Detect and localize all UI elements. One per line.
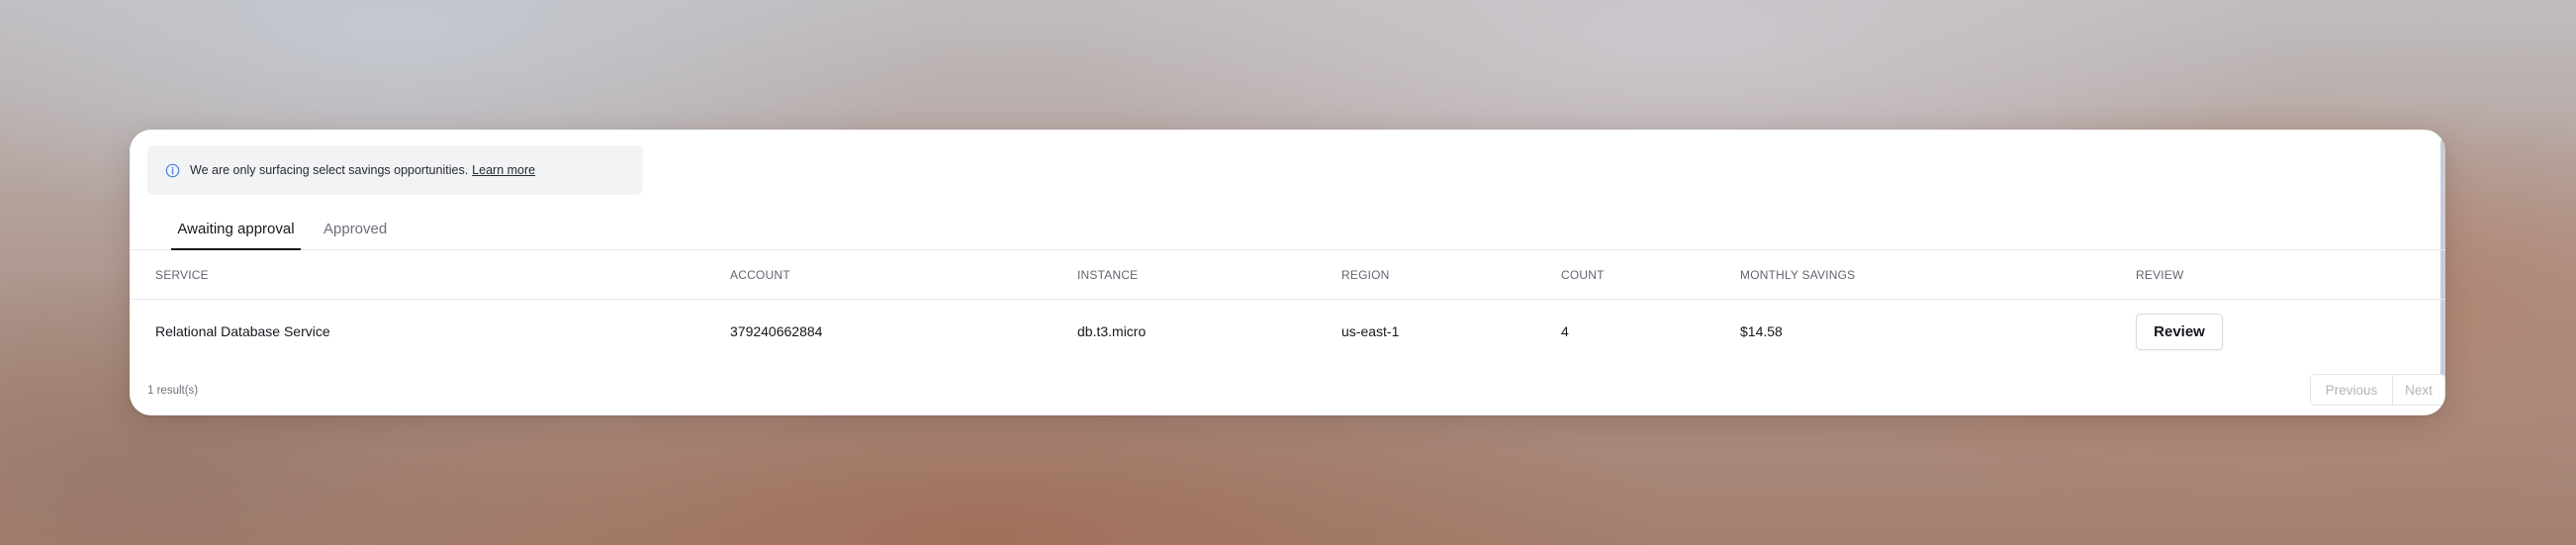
column-header-instance: INSTANCE xyxy=(1077,267,1139,282)
column-header-service: SERVICE xyxy=(155,267,209,282)
notice-text: We are only surfacing select savings opp… xyxy=(190,163,469,177)
savings-notice: We are only surfacing select savings opp… xyxy=(147,145,643,195)
column-header-review: REVIEW xyxy=(2136,267,2184,282)
pagination: Previous Next xyxy=(2310,374,2445,406)
table-header: SERVICE ACCOUNT INSTANCE REGION COUNT MO… xyxy=(130,250,2445,300)
learn-more-link[interactable]: Learn more xyxy=(472,163,535,177)
column-header-account: ACCOUNT xyxy=(730,267,790,282)
review-button[interactable]: Review xyxy=(2136,313,2223,350)
instance-cell: db.t3.micro xyxy=(1077,323,1147,339)
next-page-button[interactable]: Next xyxy=(2392,374,2445,406)
region-cell: us-east-1 xyxy=(1341,323,1400,339)
previous-page-button[interactable]: Previous xyxy=(2310,374,2392,406)
column-header-region: REGION xyxy=(1341,267,1390,282)
savings-panel: We are only surfacing select savings opp… xyxy=(130,130,2445,415)
info-icon xyxy=(165,163,180,178)
account-cell: 379240662884 xyxy=(730,323,823,339)
tab-approved[interactable]: Approved xyxy=(323,217,387,250)
review-cell: Review xyxy=(2136,300,2223,363)
monthly-savings-cell: $14.58 xyxy=(1740,323,1783,339)
column-header-monthly-savings: MONTHLY SAVINGS xyxy=(1740,267,1856,282)
approval-tabs: Awaiting approval Approved xyxy=(130,217,2445,250)
column-header-count: COUNT xyxy=(1561,267,1605,282)
tab-awaiting-approval[interactable]: Awaiting approval xyxy=(171,217,301,250)
table-row: Relational Database Service 379240662884… xyxy=(130,300,2445,363)
service-cell: Relational Database Service xyxy=(155,323,330,339)
count-cell: 4 xyxy=(1561,323,1569,339)
result-count: 1 result(s) xyxy=(147,385,199,397)
